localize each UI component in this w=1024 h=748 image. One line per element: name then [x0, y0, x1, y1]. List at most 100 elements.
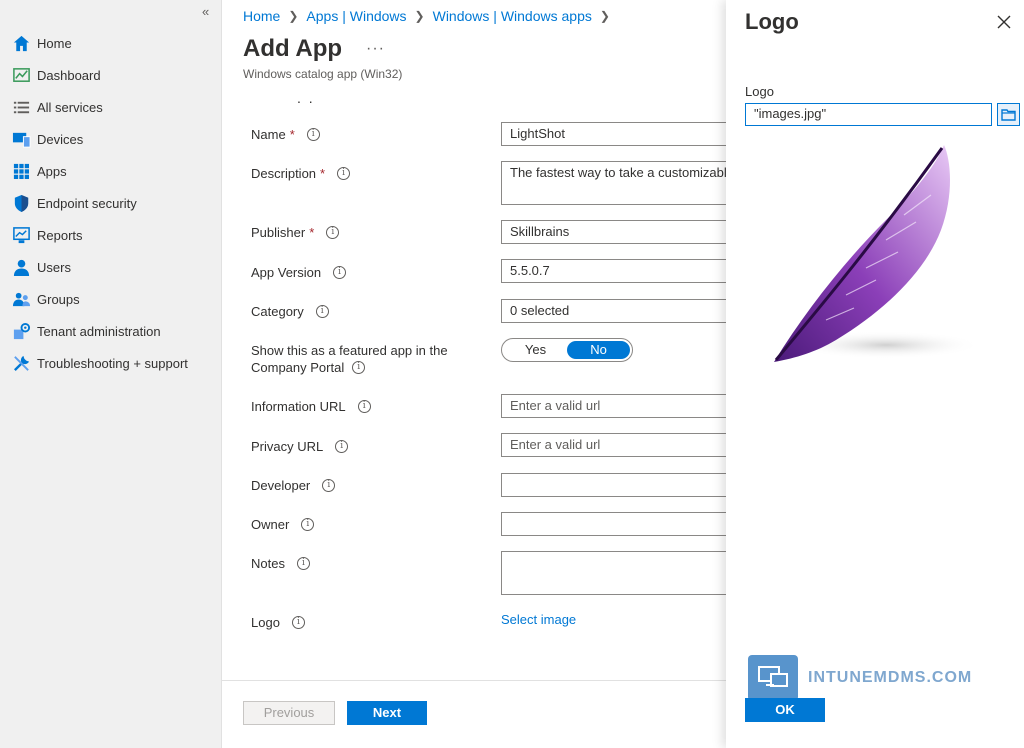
featured-toggle[interactable]: Yes No: [501, 338, 633, 362]
name-label-text: Name: [251, 127, 286, 142]
name-label: Name * i: [251, 126, 320, 143]
description-label-text: Description: [251, 166, 317, 181]
developer-input[interactable]: [501, 473, 731, 497]
category-label-text: Category: [251, 304, 304, 319]
folder-icon: [1001, 109, 1016, 121]
featured-label: Show this as a featured app in the Compa…: [251, 342, 448, 376]
info-icon[interactable]: i: [337, 167, 351, 180]
category-label: Category i: [251, 303, 329, 320]
sidebar-item-home[interactable]: Home: [12, 31, 217, 55]
privacy-url-input[interactable]: Enter a valid url: [501, 433, 731, 457]
logo-panel: Logo Logo "images.jpg" INTUNEMDMS.COM OK: [726, 0, 1024, 748]
chevron-right-icon: ❯: [599, 9, 610, 23]
chevron-right-icon: ❯: [414, 9, 425, 23]
select-image-link[interactable]: Select image: [501, 612, 576, 627]
owner-label-text: Owner: [251, 517, 290, 532]
sidebar-item-endpoint-security[interactable]: Endpoint security: [12, 191, 217, 215]
breadcrumb: Home ❯ Apps | Windows ❯ Windows | Window…: [243, 8, 610, 24]
required-mark: *: [309, 225, 315, 240]
shield-icon: [12, 194, 31, 213]
tenant-admin-icon: [12, 322, 31, 341]
sidebar-item-label: Reports: [37, 227, 83, 243]
user-icon: [12, 258, 31, 277]
sidebar-item-label: Dashboard: [37, 67, 101, 83]
page-subtitle: Windows catalog app (Win32): [243, 67, 403, 81]
feather-logo-image: [774, 145, 981, 362]
chevron-right-icon: ❯: [288, 9, 299, 23]
sidebar-item-users[interactable]: Users: [12, 255, 217, 279]
info-icon[interactable]: i: [357, 400, 371, 413]
logo-label: Logo i: [251, 614, 305, 631]
name-field[interactable]: LightShot: [501, 122, 731, 146]
description-field[interactable]: The fastest way to take a customizable: [501, 161, 731, 205]
next-button[interactable]: Next: [347, 701, 427, 725]
information-url-input[interactable]: Enter a valid url: [501, 394, 731, 418]
ok-button[interactable]: OK: [745, 698, 825, 722]
page-title: Add App: [243, 35, 343, 62]
publisher-field[interactable]: Skillbrains: [501, 220, 731, 244]
scroll-indicator: . .: [297, 90, 315, 106]
required-mark: *: [320, 166, 326, 181]
app-version-field[interactable]: 5.5.0.7: [501, 259, 731, 283]
notes-label: Notes i: [251, 555, 310, 572]
previous-button[interactable]: Previous: [243, 701, 335, 725]
toggle-yes[interactable]: Yes: [504, 341, 567, 359]
sidebar-item-all-services[interactable]: All services: [12, 95, 217, 119]
app-version-label: App Version i: [251, 264, 347, 281]
logo-file-label: Logo: [745, 84, 774, 99]
breadcrumb-apps-windows[interactable]: Apps | Windows: [306, 8, 406, 24]
info-icon[interactable]: i: [291, 616, 305, 629]
info-icon[interactable]: i: [333, 266, 347, 279]
devices-icon: [12, 130, 31, 149]
sidebar-item-label: Users: [37, 259, 71, 275]
information-url-label-text: Information URL: [251, 399, 346, 414]
breadcrumb-home[interactable]: Home: [243, 8, 280, 24]
apps-grid-icon: [12, 162, 31, 181]
toggle-no[interactable]: No: [567, 341, 630, 359]
main-content: Home ❯ Apps | Windows ❯ Windows | Window…: [222, 0, 731, 748]
info-icon[interactable]: i: [306, 128, 320, 141]
logo-file-input[interactable]: "images.jpg": [745, 103, 992, 126]
publisher-label: Publisher * i: [251, 224, 340, 241]
breadcrumb-windows-apps[interactable]: Windows | Windows apps: [433, 8, 592, 24]
sidebar-item-label: Troubleshooting + support: [37, 355, 188, 371]
info-icon[interactable]: i: [326, 226, 340, 239]
privacy-url-label-text: Privacy URL: [251, 439, 324, 454]
monitor-icon: [748, 655, 798, 701]
info-icon[interactable]: i: [335, 440, 349, 453]
info-icon[interactable]: i: [315, 305, 329, 318]
panel-title: Logo: [745, 9, 799, 34]
collapse-sidebar-icon[interactable]: «: [202, 4, 209, 19]
sidebar-item-groups[interactable]: Groups: [12, 287, 217, 311]
featured-label-line2: Company Portal: [251, 360, 345, 375]
more-options-icon[interactable]: ···: [366, 40, 385, 58]
notes-input[interactable]: [501, 551, 731, 595]
sidebar-item-tenant-administration[interactable]: Tenant administration: [12, 319, 217, 343]
sidebar-item-troubleshooting-support[interactable]: Troubleshooting + support: [12, 351, 217, 375]
watermark: INTUNEMDMS.COM: [748, 655, 972, 701]
owner-input[interactable]: [501, 512, 731, 536]
description-label: Description * i: [251, 165, 351, 182]
sidebar-item-label: Devices: [37, 131, 84, 147]
sidebar-item-apps[interactable]: Apps: [12, 159, 217, 183]
info-icon[interactable]: i: [322, 479, 336, 492]
reports-icon: [12, 226, 31, 245]
owner-label: Owner i: [251, 516, 315, 533]
info-icon[interactable]: i: [296, 557, 310, 570]
developer-label-text: Developer: [251, 478, 311, 493]
notes-label-text: Notes: [251, 556, 285, 571]
info-icon[interactable]: i: [301, 518, 315, 531]
sidebar-item-reports[interactable]: Reports: [12, 223, 217, 247]
app-version-label-text: App Version: [251, 265, 322, 280]
groups-icon: [12, 290, 31, 309]
sidebar-item-devices[interactable]: Devices: [12, 127, 217, 151]
close-icon[interactable]: [996, 14, 1012, 30]
watermark-text: INTUNEMDMS.COM: [808, 669, 973, 686]
info-icon[interactable]: i: [352, 361, 366, 374]
logo-label-text: Logo: [251, 615, 280, 630]
developer-label: Developer i: [251, 477, 336, 494]
category-dropdown[interactable]: 0 selected: [501, 299, 731, 323]
sidebar-item-dashboard[interactable]: Dashboard: [12, 63, 217, 87]
dashboard-icon: [12, 66, 31, 85]
browse-folder-button[interactable]: [997, 103, 1020, 126]
